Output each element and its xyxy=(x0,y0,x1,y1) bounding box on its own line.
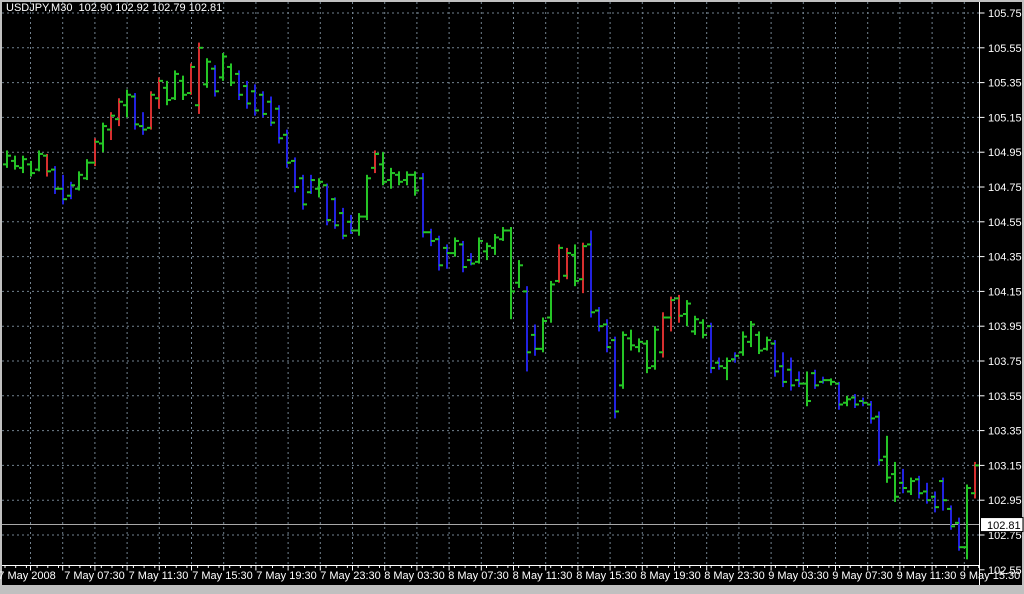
price-scale-label: 105.35 xyxy=(988,78,1022,90)
time-scale-label: 9 May 03:30 xyxy=(768,570,829,582)
time-scale-label: 8 May 15:30 xyxy=(576,570,637,582)
price-scale-label: 104.55 xyxy=(988,217,1022,229)
time-scale-label: 8 May 07:30 xyxy=(448,570,509,582)
price-scale-label: 104.35 xyxy=(988,252,1022,264)
time-scale-label: 9 May 15:30 xyxy=(960,570,1021,582)
price-scale-label: 103.75 xyxy=(988,356,1022,368)
time-scale-label: 8 May 11:30 xyxy=(513,570,573,582)
price-scale-label: 104.75 xyxy=(988,182,1022,194)
time-scale-label: 8 May 23:30 xyxy=(704,570,765,582)
time-scale-label: 7 May 15:30 xyxy=(192,570,253,582)
current-price-label: 102.81 xyxy=(981,518,1024,533)
price-scale-label: 104.95 xyxy=(988,147,1022,159)
price-scale-label: 103.55 xyxy=(988,391,1022,403)
time-scale-label: 7 May 11:30 xyxy=(129,570,189,582)
price-scale-label: 103.35 xyxy=(988,426,1022,438)
time-scale-label: 7 May 07:30 xyxy=(64,570,125,582)
svg-text:102.81: 102.81 xyxy=(987,520,1021,532)
price-scale-label: 103.15 xyxy=(988,460,1022,472)
time-scale-label: 8 May 03:30 xyxy=(384,570,445,582)
time-scale-label: 7 May 2008 xyxy=(0,570,56,582)
time-scale-label: 7 May 23:30 xyxy=(320,570,381,582)
price-scale-label: 105.15 xyxy=(988,112,1022,124)
terminal-window: 105.75 105.55 105.35 105.15 104.95 104.75 104.… xyxy=(0,0,1024,594)
time-scale-label: 8 May 19:30 xyxy=(640,570,701,582)
price-scale-label: 105.55 xyxy=(988,43,1022,55)
price-chart-canvas[interactable]: 105.75 105.55 105.35 105.15 104.95 104.75 104.… xyxy=(0,0,1024,594)
price-scale-label: 105.75 xyxy=(988,8,1022,20)
price-scale-label: 102.95 xyxy=(988,495,1022,507)
time-scale-label: 7 May 19:30 xyxy=(256,570,317,582)
time-scale-label: 9 May 11:30 xyxy=(897,570,957,582)
price-scale-label: 104.15 xyxy=(988,286,1022,298)
price-scale-label: 103.95 xyxy=(988,321,1022,333)
time-scale-label: 9 May 07:30 xyxy=(832,570,893,582)
chart-title-quote: USDJPY,M30 102.90 102.92 102.79 102.81 xyxy=(6,2,222,14)
